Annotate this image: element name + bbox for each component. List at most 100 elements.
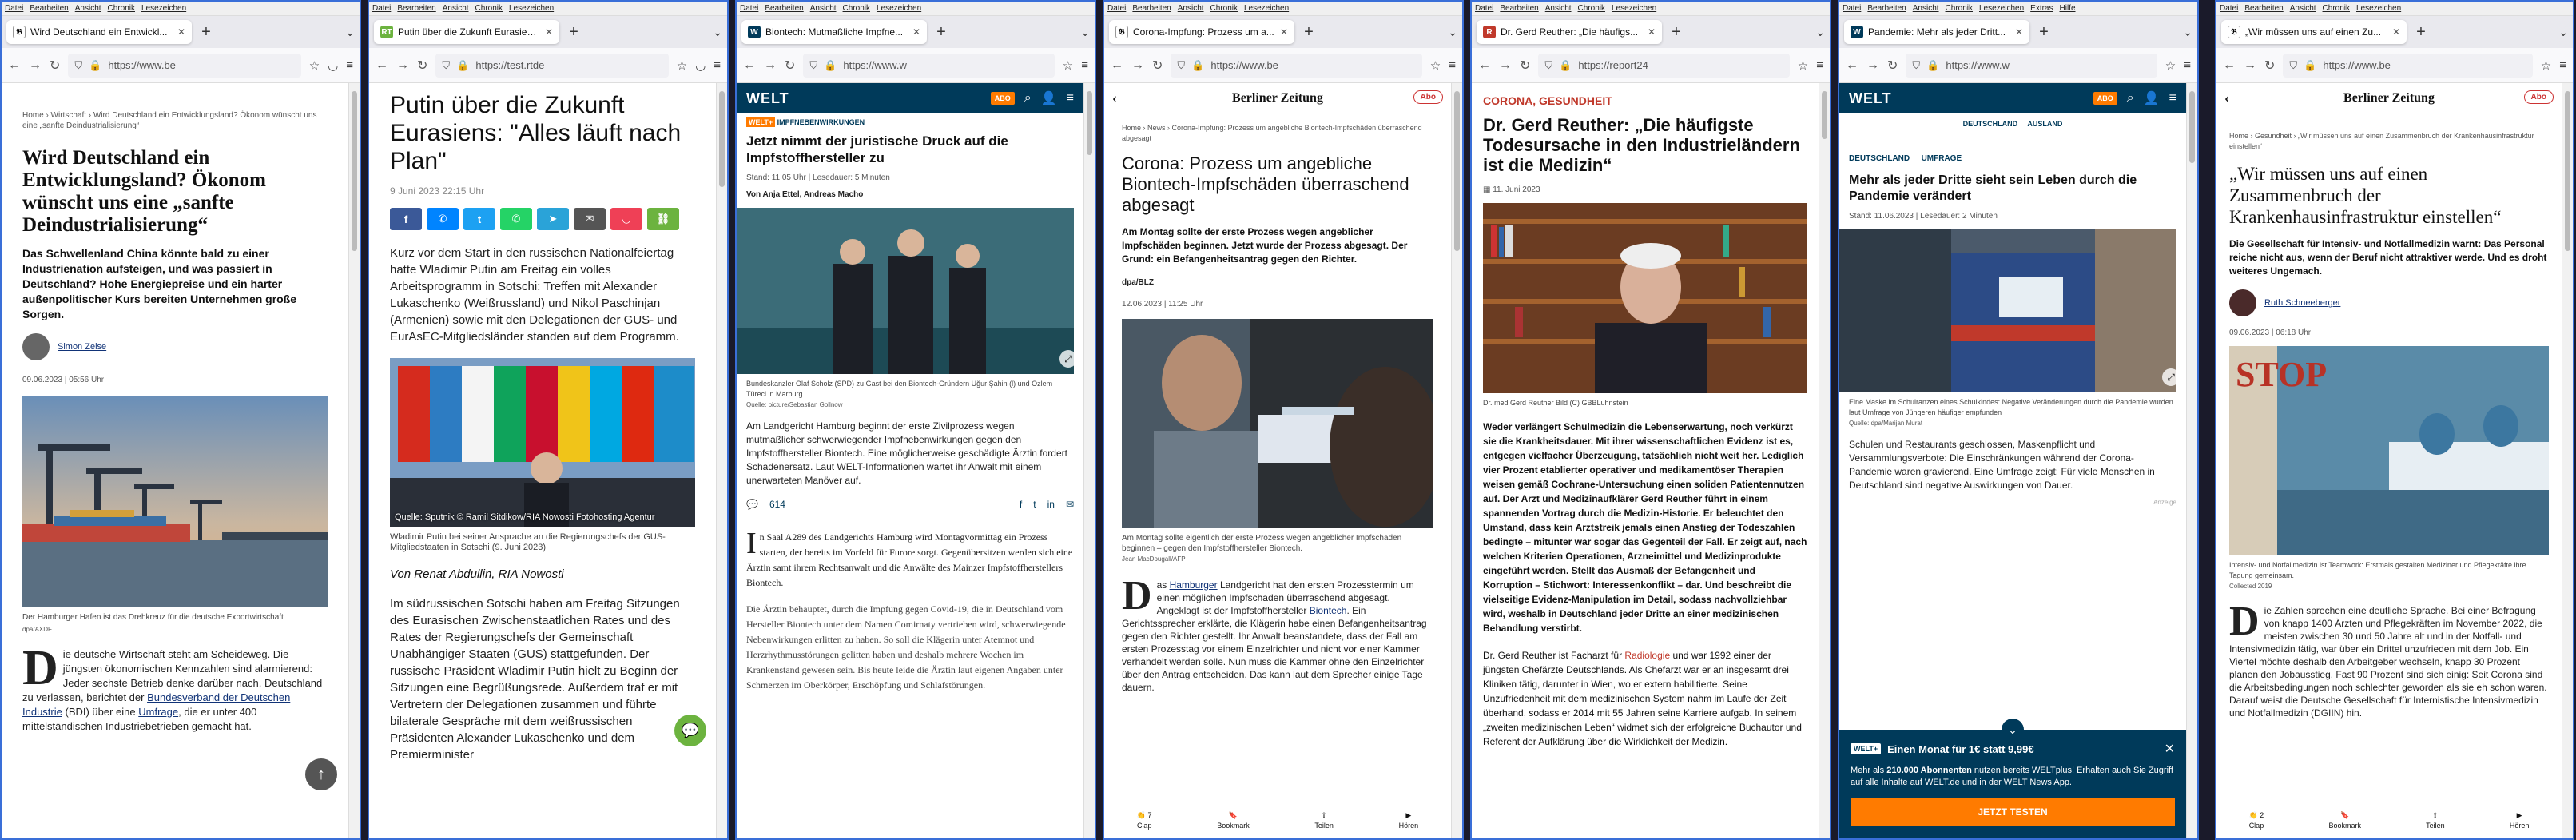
close-tab-icon[interactable]: ✕ [177,26,185,38]
forward-icon[interactable]: → [764,58,777,73]
browser-tab[interactable]: R Dr. Gerd Reuther: „Die häufigs... ✕ [1477,20,1662,44]
forward-icon[interactable]: → [1866,58,1879,73]
reload-icon[interactable]: ↻ [50,58,60,74]
menu-datei[interactable]: Datei [2220,4,2238,13]
forward-icon[interactable]: → [1131,58,1144,73]
menu-lesezeichen[interactable]: Lesezeichen [141,4,186,13]
back-icon[interactable]: ← [743,58,756,73]
tab-list-icon[interactable]: ⌄ [345,26,355,39]
back-arrow-icon[interactable]: ‹ [1112,90,1117,106]
tab-list-icon[interactable]: ⌄ [1448,26,1457,39]
address-bar[interactable]: ⛉ 🔒 https://www.be [68,53,301,78]
new-tab-icon[interactable]: + [197,23,216,42]
menu-icon[interactable]: ≡ [1081,58,1088,72]
close-tab-icon[interactable]: ✕ [545,26,553,38]
linkedin-icon[interactable]: in [1047,499,1055,510]
collapse-icon[interactable]: ⌄ [2002,719,2024,741]
expand-icon[interactable]: ⤢ [2162,368,2180,386]
menu-datei[interactable]: Datei [1475,4,1493,13]
menu-datei[interactable]: Datei [1107,4,1126,13]
tab-list-icon[interactable]: ⌄ [2183,26,2192,39]
scrollbar-thumb[interactable] [352,91,357,251]
menu-lesezeichen[interactable]: Lesezeichen [1979,4,2024,13]
menu-lesezeichen[interactable]: Lesezeichen [877,4,921,13]
menu-ansicht[interactable]: Ansicht [810,4,837,13]
welt-logo[interactable]: WELT [1849,90,1892,107]
tab-list-icon[interactable]: ⌄ [2558,26,2568,39]
back-icon[interactable]: ← [2223,58,2236,73]
scrollbar-thumb[interactable] [1822,91,1827,139]
bz-logo[interactable]: Berliner Zeitung [2343,91,2435,105]
menu-bearbeiten[interactable]: Bearbeiten [2244,4,2283,13]
reload-icon[interactable]: ↻ [417,58,427,74]
back-icon[interactable]: ← [1478,58,1491,73]
menu-ansicht[interactable]: Ansicht [75,4,101,13]
menu-ansicht[interactable]: Ansicht [1913,4,1939,13]
browser-tab[interactable]: 𝔅 Wird Deutschland ein Entwickl... ✕ [6,20,192,44]
author-link[interactable]: Simon Zeise [58,342,106,352]
close-tab-icon[interactable]: ✕ [2392,26,2400,38]
pocket-icon[interactable]: ◡ [695,58,706,73]
back-icon[interactable]: ← [1111,58,1123,73]
browser-tab[interactable]: 𝔅 Corona-Impfung: Prozess um a... ✕ [1109,20,1294,44]
author-link[interactable]: Ruth Schneeberger [2264,298,2340,308]
bookmark-button[interactable]: 🔖 Bookmark [1217,811,1250,830]
menu-icon[interactable]: ≡ [2169,91,2176,105]
menu-extras[interactable]: Extras [2030,4,2053,13]
scrollbar[interactable] [1083,83,1095,838]
address-bar[interactable]: ⛉ 🔒 https://test.rtde [435,53,669,78]
back-icon[interactable]: ← [8,58,21,73]
menu-datei[interactable]: Datei [740,4,758,13]
tag-umfrage[interactable]: UMFRAGE [1922,154,1962,163]
radiologie-link[interactable]: Radiologie [1624,650,1670,661]
umfrage-link[interactable]: Umfrage [138,706,178,718]
menu-icon[interactable]: ≡ [2559,58,2566,72]
address-bar[interactable]: ⛉ 🔒 https://report24 [1538,53,1790,78]
tab-list-icon[interactable]: ⌄ [1080,26,1090,39]
tab-list-icon[interactable]: ⌄ [713,26,722,39]
clap-button[interactable]: 👏 7 Clap [1137,811,1152,830]
browser-tab[interactable]: W Pandemie: Mehr als jeder Dritt... ✕ [1844,20,2029,44]
scrollbar[interactable] [2562,83,2573,838]
menu-bearbeiten[interactable]: Bearbeiten [397,4,435,13]
forward-icon[interactable]: → [396,58,409,73]
menu-icon[interactable]: ≡ [1449,58,1456,72]
biontech-link[interactable]: Biontech [1310,605,1347,616]
menu-lesezeichen[interactable]: Lesezeichen [1612,4,1656,13]
abo-button[interactable]: Abo [1413,90,1443,104]
back-icon[interactable]: ← [1846,58,1858,73]
search-icon[interactable]: ⌕ [1024,91,1032,105]
email-icon[interactable]: ✉ [574,208,606,230]
close-tab-icon[interactable]: ✕ [912,26,920,38]
menu-bearbeiten[interactable]: Bearbeiten [1867,4,1906,13]
menu-bearbeiten[interactable]: Bearbeiten [30,4,68,13]
bookmark-star-icon[interactable]: ☆ [677,58,687,73]
menu-ansicht[interactable]: Ansicht [1545,4,1572,13]
new-tab-icon[interactable]: + [2034,23,2053,42]
new-tab-icon[interactable]: + [1667,23,1686,42]
menu-chronik[interactable]: Chronik [475,4,503,13]
email-icon[interactable]: ✉ [1066,499,1074,510]
bookmark-star-icon[interactable]: ☆ [309,58,320,73]
reload-icon[interactable]: ↻ [1520,58,1530,74]
forward-icon[interactable]: → [2244,58,2256,73]
tab-list-icon[interactable]: ⌄ [1815,26,1825,39]
scrollbar-thumb[interactable] [2565,91,2570,251]
forward-icon[interactable]: → [1499,58,1512,73]
facebook-icon[interactable]: f [390,208,422,230]
welt-logo[interactable]: WELT [746,90,789,107]
bookmark-star-icon[interactable]: ☆ [1798,58,1808,73]
abo-button[interactable]: ABO [990,92,1015,105]
close-tab-icon[interactable]: ✕ [1280,26,1288,38]
scroll-top-button[interactable]: ↑ [305,758,337,790]
menu-datei[interactable]: Datei [5,4,23,13]
bookmark-star-icon[interactable]: ☆ [1430,58,1441,73]
menu-datei[interactable]: Datei [372,4,391,13]
menu-chronik[interactable]: Chronik [2323,4,2350,13]
menu-icon[interactable]: ≡ [346,58,353,72]
scrollbar[interactable] [1451,83,1462,838]
scrollbar-thumb[interactable] [2189,91,2195,163]
listen-button[interactable]: ▶ Hören [1399,811,1419,830]
menu-ansicht[interactable]: Ansicht [2290,4,2316,13]
hamburg-link[interactable]: Hamburger [1170,579,1218,591]
